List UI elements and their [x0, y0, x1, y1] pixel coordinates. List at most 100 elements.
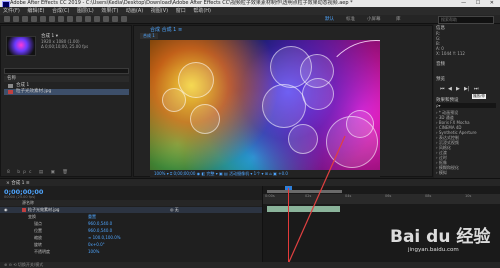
rotate-tool-icon[interactable]	[40, 16, 46, 22]
shape-tool-icon[interactable]	[67, 16, 73, 22]
property-row[interactable]: 不透明度 100%	[0, 249, 262, 255]
time-ruler[interactable]: 0:00s 02s 04s 06s 08s 10s	[263, 194, 500, 204]
menu-bar: 文件(F) 编辑(E) 合成(C) 图层(L) 效果(T) 动画(A) 视图(V…	[0, 7, 500, 15]
property-value[interactable]: 960.0,540.0	[88, 228, 112, 234]
ruler-tick: 10s	[465, 194, 472, 198]
timeline-header: × 合成 1 ≡	[0, 178, 500, 186]
property-row[interactable]: 锚点 960.0,540.0	[0, 221, 262, 227]
workspace-standard[interactable]: 标准	[346, 16, 355, 23]
project-item-label: 粒子光效素材.jpg	[16, 89, 52, 94]
preview-panel-title[interactable]: 预览	[436, 76, 445, 82]
property-row[interactable]: 旋转 0x+0.0°	[0, 242, 262, 248]
layer-list: 源名称 ◉ 粒子光效素材.jpg ◎ 无 变换 重置 锚点 960.0,540.…	[0, 200, 262, 262]
current-time-indicator[interactable]	[288, 188, 289, 262]
baidu-watermark: Bai du 经验 jingyan.baidu.com	[388, 218, 498, 262]
text-tool-icon[interactable]	[85, 16, 91, 22]
menu-effect[interactable]: 效果(T)	[101, 8, 118, 14]
project-item-label: 合成 1	[16, 83, 30, 88]
window-controls[interactable]: — ☐ ✕	[461, 0, 498, 7]
label-color-swatch	[8, 84, 13, 88]
right-panel: 信息 R: G: B: A: 0 X: 1044 Y: 112 音频 预览 效果…	[434, 24, 500, 178]
pen-tool-icon[interactable]	[76, 16, 82, 22]
property-value[interactable]: 0x+0.0°	[88, 242, 105, 248]
selection-tool-icon[interactable]	[13, 16, 19, 22]
property-row[interactable]: 位置 960.0,540.0	[0, 228, 262, 234]
layer-label-color	[22, 208, 26, 212]
watermark-brand: Bai du 经验	[390, 227, 491, 247]
zoom-tool-icon[interactable]	[31, 16, 37, 22]
menu-window[interactable]: 窗口	[176, 8, 186, 14]
menu-layer[interactable]: 图层(L)	[77, 8, 94, 14]
tools-bar: 默认 标准 小屏幕 库 搜索帮助	[0, 15, 500, 24]
info-xy: X: 1044 Y: 112	[436, 51, 465, 56]
brush-tool-icon[interactable]	[94, 16, 100, 22]
effects-search-input[interactable]: ρ▾	[436, 103, 496, 108]
window-title: Adobe After Effects CC 2019 - C:\Users\K…	[10, 0, 353, 6]
property-row[interactable]: 缩放 ∞ 100.0,100.0%	[0, 235, 262, 241]
bokeh-bubble	[288, 124, 318, 154]
preview-tooltip: 播放/停止	[472, 94, 486, 103]
ruler-tick: 0:00s	[265, 194, 275, 198]
layer-column-header: 源名称	[0, 200, 262, 206]
help-search-input[interactable]: 搜索帮助	[438, 16, 494, 24]
viewer-controls-bar[interactable]: 100% ▾ ⌗ 0;00;00;00 ◉ ◧ 完整 ▾ ▣ ▤ 活动摄像机 ▾…	[150, 170, 380, 177]
menu-composition[interactable]: 合成(C)	[52, 8, 69, 14]
property-value[interactable]: 960.0,540.0	[88, 221, 112, 227]
menu-help[interactable]: 帮助(H)	[193, 8, 211, 14]
layer-duration-bar[interactable]	[267, 206, 340, 212]
effects-item[interactable]: › 模拟	[436, 170, 447, 176]
project-column-name[interactable]: 名称	[4, 76, 129, 82]
project-comp-duration: Δ 0;00;10;00, 25.00 fps	[41, 44, 89, 49]
property-name: 不透明度	[34, 249, 50, 254]
property-value[interactable]: 100%	[88, 249, 99, 255]
workspace-small-screen[interactable]: 小屏幕	[367, 16, 381, 23]
timeline-status-bar[interactable]: ⊕ ⊖ ⟲ 切换开关/模式	[0, 262, 500, 268]
hand-tool-icon[interactable]	[22, 16, 28, 22]
layer-name-wrap: 粒子光效素材.jpg	[22, 207, 59, 213]
property-name: 缩放	[34, 235, 42, 240]
project-search-input[interactable]	[4, 68, 129, 74]
last-frame-icon[interactable]: ⏭	[474, 86, 479, 92]
puppet-tool-icon[interactable]	[121, 16, 127, 22]
property-value[interactable]: ∞ 100.0,100.0%	[88, 235, 121, 241]
camera-tool-icon[interactable]	[49, 16, 55, 22]
watermark-url: jingyan.baidu.com	[408, 247, 459, 253]
workspace-default[interactable]: 默认	[325, 16, 334, 23]
audio-panel-title[interactable]: 音频	[436, 61, 445, 67]
visibility-eye-icon[interactable]: ◉	[4, 207, 8, 213]
timeline-tab[interactable]: × 合成 1 ≡	[6, 180, 30, 186]
next-frame-icon[interactable]: ▶|	[464, 86, 470, 92]
menu-edit[interactable]: 编辑(E)	[27, 8, 44, 14]
pan-behind-tool-icon[interactable]	[58, 16, 64, 22]
comp-sub-tab[interactable]: 合成 1	[140, 33, 158, 39]
property-value[interactable]: 重置	[88, 214, 96, 220]
eraser-tool-icon[interactable]	[112, 16, 118, 22]
frame-info: 00000 (25.00 fps)	[4, 195, 36, 199]
label-color-swatch	[8, 90, 13, 94]
ruler-tick: 04s	[345, 194, 352, 198]
menu-animation[interactable]: 动画(A)	[126, 8, 143, 14]
first-frame-icon[interactable]: ⏮	[440, 86, 445, 92]
menu-file[interactable]: 文件(F)	[3, 8, 20, 14]
project-item-image[interactable]: 粒子光效素材.jpg	[4, 89, 129, 95]
work-area-bar[interactable]	[267, 190, 342, 193]
layer-row[interactable]: ◉ 粒子光效素材.jpg ◎ 无	[0, 207, 262, 213]
bokeh-bubble	[262, 84, 306, 128]
home-icon[interactable]	[4, 16, 10, 22]
menu-view[interactable]: 视图(V)	[151, 8, 168, 14]
property-name: 锚点	[34, 221, 42, 226]
stamp-tool-icon[interactable]	[103, 16, 109, 22]
composition-tab[interactable]: 合成 合成 1 ≡	[150, 26, 182, 33]
property-name: 旋转	[34, 242, 42, 247]
workspace-library[interactable]: 库	[396, 16, 401, 23]
composition-viewer[interactable]	[150, 40, 380, 170]
prev-frame-icon[interactable]: ◀	[448, 86, 452, 92]
bokeh-bubble	[190, 104, 220, 134]
source-name-header[interactable]: 源名称	[22, 200, 34, 206]
parent-select[interactable]: ◎ 无	[170, 207, 179, 213]
layer-name[interactable]: 粒子光效素材.jpg	[28, 207, 59, 212]
bokeh-bubble	[162, 88, 186, 112]
play-icon[interactable]: ▶	[456, 86, 460, 92]
project-footer[interactable]: 8 bpc ▤ ▣ 🗑	[4, 170, 129, 176]
property-row[interactable]: 变换 重置	[0, 214, 262, 220]
